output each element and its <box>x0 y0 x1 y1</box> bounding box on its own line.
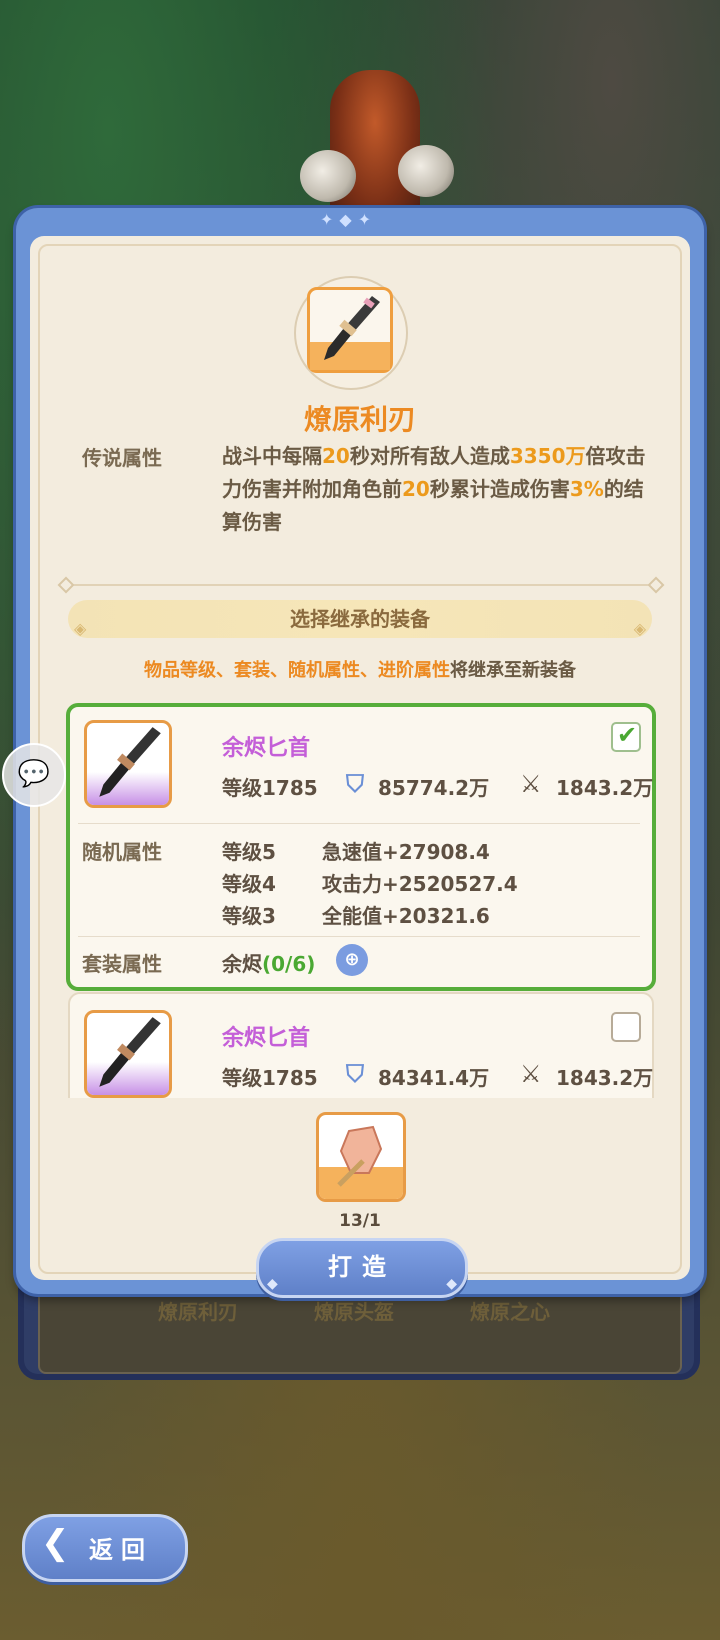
ornament-icon: ✦◆✦ <box>320 210 378 229</box>
dagger-icon <box>99 1017 161 1087</box>
random-level: 等级4 <box>222 872 276 896</box>
back-button-label: 返回 <box>89 1536 153 1564</box>
equipment-name: 余烬匕首 <box>222 1026 311 1051</box>
background-knob <box>300 150 356 202</box>
material-count: 13/1 <box>339 1211 381 1231</box>
back-arrow-icon: ❮ <box>41 1523 70 1563</box>
tab-heart[interactable]: 燎原之心 <box>470 1296 550 1325</box>
diamond-icon: ◆ <box>267 1276 278 1292</box>
tab-helmet[interactable]: 燎原头盔 <box>314 1296 394 1325</box>
zoom-icon[interactable]: ⊕ <box>336 944 368 976</box>
back-button[interactable]: ❮ 返回 <box>22 1514 188 1582</box>
set-info: 余烬(0/6) <box>222 952 316 976</box>
card-divider <box>78 936 640 937</box>
crystal-icon <box>319 1125 403 1199</box>
tab-blade[interactable]: 燎原利刃 <box>158 1296 238 1325</box>
set-attr-label: 套装属性 <box>82 952 162 976</box>
random-attr-label: 随机属性 <box>82 840 162 864</box>
crossed-swords-icon: ⚔ <box>520 770 542 798</box>
chat-icon[interactable]: 💬 <box>2 743 66 807</box>
shield-icon: ⛉ <box>346 1060 364 1088</box>
equipment-thumbnail <box>84 1010 172 1098</box>
choose-equipment-title: 选择继承的装备 <box>290 607 430 631</box>
diamond-icon: ◈ <box>633 619 646 638</box>
defense-value: 85774.2万 <box>378 776 490 800</box>
legend-attr-label: 传说属性 <box>82 446 162 470</box>
random-value: 全能值+20321.6 <box>322 904 490 928</box>
item-icon-slot <box>307 287 393 373</box>
attack-value: 1843.2万 <box>556 776 654 800</box>
equipment-list-viewport: 余烬匕首 等级1785 ⛉ 84341.4万 ⚔ 1843.2万 <box>0 990 720 1098</box>
background-knob <box>398 145 454 197</box>
card-divider <box>78 823 640 824</box>
dagger-icon <box>310 296 390 370</box>
section-divider <box>64 584 656 586</box>
random-level: 等级5 <box>222 840 276 864</box>
item-title: 燎原利刃 <box>303 403 416 436</box>
legend-attr-text: 战斗中每隔20秒对所有敌人造成3350万倍攻击力伤害并附加角色前20秒累计造成伤… <box>222 444 646 534</box>
equipment-name: 余烬匕首 <box>222 736 311 761</box>
equipment-thumbnail <box>84 720 172 808</box>
attack-value: 1843.2万 <box>556 1066 654 1090</box>
random-value: 急速值+27908.4 <box>322 840 490 864</box>
equipment-level: 等级1785 <box>222 776 318 800</box>
forge-material-slot[interactable] <box>316 1112 406 1202</box>
random-level: 等级3 <box>222 904 276 928</box>
crossed-swords-icon: ⚔ <box>520 1060 542 1088</box>
forge-button-label: 打造 <box>328 1253 396 1281</box>
select-checkbox[interactable] <box>611 1012 641 1042</box>
inherit-note: 物品等级、套装、随机属性、进阶属性将继承至新装备 <box>144 660 576 681</box>
dagger-icon <box>99 727 161 797</box>
diamond-icon: ◆ <box>446 1276 457 1292</box>
diamond-icon: ◈ <box>74 619 87 638</box>
forge-button[interactable]: ◆ 打造 ◆ <box>256 1238 468 1298</box>
select-checkbox[interactable]: ✔ <box>611 721 641 752</box>
choose-equipment-header: ◈ 选择继承的装备 ◈ <box>68 600 652 638</box>
defense-value: 84341.4万 <box>378 1066 490 1090</box>
check-icon: ✔ <box>617 721 638 749</box>
shield-icon: ⛉ <box>346 770 364 798</box>
equipment-level: 等级1785 <box>222 1066 318 1090</box>
random-value: 攻击力+2520527.4 <box>322 872 518 896</box>
